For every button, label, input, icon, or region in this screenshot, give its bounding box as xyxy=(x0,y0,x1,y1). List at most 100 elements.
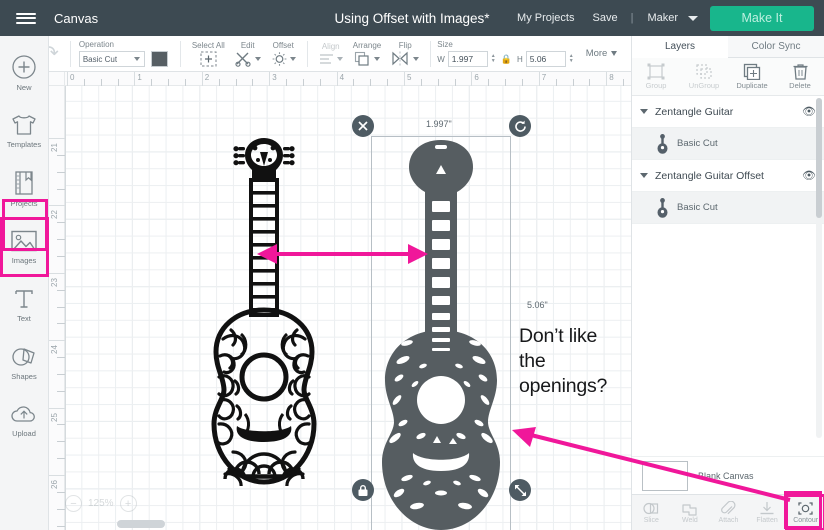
layer-child-row[interactable]: Basic Cut xyxy=(632,192,824,224)
contour-button[interactable]: Contour xyxy=(785,494,824,530)
group-button[interactable]: Group xyxy=(632,58,680,95)
contour-icon xyxy=(798,502,813,515)
ruler-minor-tick xyxy=(454,79,456,86)
sidebar-item-shapes[interactable]: Shapes xyxy=(1,334,48,392)
lock-icon[interactable]: 🔒 xyxy=(501,54,512,65)
ruler-major-tick xyxy=(49,205,65,207)
delete-selection-handle[interactable] xyxy=(352,115,374,137)
ruler-minor-tick xyxy=(218,79,220,86)
image-icon xyxy=(11,230,37,252)
sidebar-label: Shapes xyxy=(11,372,37,381)
more-button[interactable]: More xyxy=(586,48,618,59)
machine-selector[interactable]: Maker xyxy=(637,12,682,24)
ruler-minor-tick xyxy=(555,79,557,86)
select-all-icon xyxy=(200,51,217,66)
my-projects-link[interactable]: My Projects xyxy=(508,12,583,24)
toolbar-divider xyxy=(306,40,308,67)
canvas-label: Canvas xyxy=(54,10,99,26)
ruler-major-tick xyxy=(336,72,338,86)
design-canvas[interactable]: 012345678 21 22 23 24 25 26 1.997" 5.06"… xyxy=(49,72,631,530)
rotate-selection-handle[interactable] xyxy=(509,115,531,137)
zentangle-guitar-offset-artwork[interactable] xyxy=(377,138,505,530)
zoom-in-button[interactable]: + xyxy=(119,495,137,512)
chevron-down-icon[interactable] xyxy=(336,56,343,61)
chevron-down-icon[interactable] xyxy=(688,15,698,21)
zoom-control[interactable]: − 125% + xyxy=(65,495,137,512)
eye-icon[interactable]: 👁 xyxy=(802,169,816,182)
sidebar-label: Projects xyxy=(10,199,38,208)
ruler-minor-tick xyxy=(57,154,65,156)
select-all-label: Select All xyxy=(191,40,225,50)
book-icon xyxy=(15,171,33,195)
chevron-down-icon[interactable] xyxy=(413,56,420,61)
tab-layers[interactable]: Layers xyxy=(632,36,728,58)
layer-group-row[interactable]: Zentangle Guitar 👁 xyxy=(632,96,824,128)
horizontal-scrollbar[interactable] xyxy=(117,520,165,528)
tab-color-sync[interactable]: Color Sync xyxy=(728,36,824,57)
ruler-minor-tick xyxy=(235,79,237,86)
sidebar-item-text[interactable]: Text xyxy=(1,276,48,334)
chevron-down-icon[interactable] xyxy=(289,56,296,61)
ruler-major-tick xyxy=(49,475,65,476)
lock-closed-icon xyxy=(358,484,368,496)
operation-select[interactable]: Basic Cut xyxy=(78,51,145,67)
chevron-down-icon[interactable] xyxy=(373,56,380,61)
flatten-button[interactable]: Flatten xyxy=(748,495,787,530)
hamburger-menu-icon[interactable] xyxy=(0,0,52,36)
height-input[interactable]: 5.06 xyxy=(525,51,566,67)
weld-button[interactable]: Weld xyxy=(671,495,710,530)
ruler-major-tick xyxy=(49,272,65,274)
guitar-thumbnail-icon xyxy=(657,197,668,218)
ruler-minor-tick xyxy=(319,79,321,86)
flip-button[interactable]: Flip xyxy=(386,41,424,66)
chevron-down-icon[interactable] xyxy=(254,56,261,61)
align-button[interactable]: Align xyxy=(314,42,348,66)
layer-group-row[interactable]: Zentangle Guitar Offset 👁 xyxy=(632,160,824,192)
width-input[interactable]: 1.997 xyxy=(447,51,488,67)
sidebar-item-images[interactable]: Images xyxy=(0,217,49,277)
align-icon xyxy=(319,53,333,64)
ruler-minor-tick xyxy=(57,491,65,493)
ungroup-button[interactable]: UnGroup xyxy=(680,58,728,95)
eye-icon[interactable]: 👁 xyxy=(802,105,816,118)
sidebar-item-upload[interactable]: Upload xyxy=(1,392,48,450)
duplicate-button[interactable]: Duplicate xyxy=(728,58,776,95)
zoom-out-button[interactable]: − xyxy=(65,495,82,512)
delete-button[interactable]: Delete xyxy=(776,58,824,95)
delete-label: Delete xyxy=(789,81,811,90)
chevron-down-icon[interactable] xyxy=(640,173,648,178)
zentangle-guitar-artwork[interactable] xyxy=(205,134,323,486)
blank-canvas-swatch[interactable] xyxy=(642,460,688,491)
layers-scrollbar[interactable] xyxy=(816,98,822,218)
edit-button[interactable]: Edit xyxy=(230,41,266,67)
ruler-major-tick xyxy=(269,72,271,86)
save-button[interactable]: Save xyxy=(584,12,627,24)
sidebar-item-new[interactable]: New xyxy=(1,44,48,102)
resize-selection-handle[interactable] xyxy=(509,479,531,501)
select-all-button[interactable]: Select All xyxy=(187,41,230,67)
ruler-minor-tick xyxy=(184,79,186,86)
blank-canvas-row[interactable]: Blank Canvas xyxy=(632,456,824,494)
resize-diagonal-icon xyxy=(514,484,526,496)
ruler-minor-tick xyxy=(57,171,65,173)
sidebar-item-templates[interactable]: Templates xyxy=(1,102,48,160)
ruler-minor-tick xyxy=(57,424,65,426)
lock-aspect-handle[interactable] xyxy=(352,479,374,501)
height-stepper[interactable]: ▲ ▼ xyxy=(569,54,574,64)
slice-button[interactable]: Slice xyxy=(632,495,671,530)
layer-child-row[interactable]: Basic Cut xyxy=(632,128,824,160)
make-it-button[interactable]: Make It xyxy=(710,5,814,31)
arrange-button[interactable]: Arrange xyxy=(348,41,386,67)
attach-button[interactable]: Attach xyxy=(709,495,748,530)
sidebar-item-projects[interactable]: Projects xyxy=(1,160,48,218)
width-stepper[interactable]: ▲ ▼ xyxy=(491,54,496,64)
contour-label: Contour xyxy=(793,517,819,524)
ruler-minor-tick xyxy=(437,79,439,86)
layer-name: Zentangle Guitar xyxy=(655,105,734,118)
operation-color-swatch[interactable] xyxy=(150,51,168,67)
chevron-down-icon[interactable] xyxy=(640,109,648,114)
ruler-corner xyxy=(49,72,65,86)
ruler-minor-tick xyxy=(57,289,65,291)
ruler-minor-tick xyxy=(57,306,65,308)
offset-button[interactable]: Offset xyxy=(266,41,301,67)
